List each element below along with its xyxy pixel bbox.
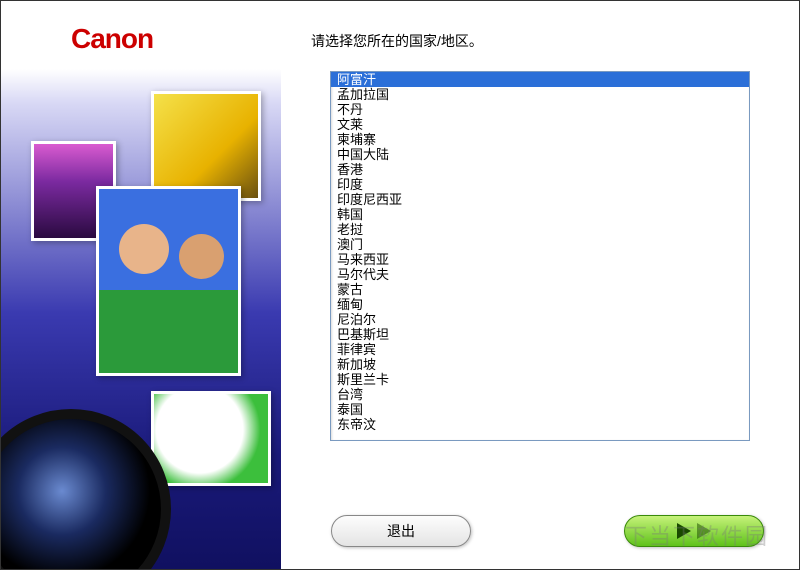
- country-listbox[interactable]: 阿富汗孟加拉国不丹文莱柬埔寨中国大陆香港印度印度尼西亚韩国老挝澳门马来西亚马尔代…: [330, 71, 750, 441]
- country-option[interactable]: 印度尼西亚: [331, 192, 749, 207]
- country-option[interactable]: 巴基斯坦: [331, 327, 749, 342]
- country-option[interactable]: 马来西亚: [331, 252, 749, 267]
- decorative-camera-lens: [1, 409, 171, 569]
- installer-window: Canon 请选择您所在的国家/地区。 阿富汗孟加拉国不丹文莱柬埔寨中国大陆香港…: [0, 0, 800, 570]
- country-option[interactable]: 蒙古: [331, 282, 749, 297]
- main-panel: 请选择您所在的国家/地区。 阿富汗孟加拉国不丹文莱柬埔寨中国大陆香港印度印度尼西…: [281, 1, 799, 569]
- country-option[interactable]: 马尔代夫: [331, 267, 749, 282]
- country-option[interactable]: 东帝汶: [331, 417, 749, 432]
- country-option[interactable]: 菲律宾: [331, 342, 749, 357]
- country-option[interactable]: 台湾: [331, 387, 749, 402]
- country-option[interactable]: 文莱: [331, 117, 749, 132]
- instruction-text: 请选择您所在的国家/地区。: [311, 31, 759, 51]
- country-option[interactable]: 中国大陆: [331, 147, 749, 162]
- sidebar-graphic: Canon: [1, 1, 281, 569]
- country-option[interactable]: 柬埔寨: [331, 132, 749, 147]
- next-button[interactable]: [624, 515, 764, 547]
- country-option[interactable]: 澳门: [331, 237, 749, 252]
- country-option[interactable]: 缅甸: [331, 297, 749, 312]
- country-option[interactable]: 不丹: [331, 102, 749, 117]
- country-option[interactable]: 泰国: [331, 402, 749, 417]
- country-option[interactable]: 斯里兰卡: [331, 372, 749, 387]
- country-option[interactable]: 香港: [331, 162, 749, 177]
- country-option[interactable]: 阿富汗: [331, 72, 749, 87]
- canon-logo: Canon: [71, 23, 153, 55]
- decorative-photo-dalmatian: [151, 391, 271, 486]
- arrow-right-icon: [697, 523, 711, 539]
- decorative-photo-children: [96, 186, 241, 376]
- country-option[interactable]: 尼泊尔: [331, 312, 749, 327]
- exit-button[interactable]: 退出: [331, 515, 471, 547]
- arrow-right-icon: [677, 523, 691, 539]
- decorative-photo-sunflower: [151, 91, 261, 201]
- country-option[interactable]: 孟加拉国: [331, 87, 749, 102]
- country-option[interactable]: 印度: [331, 177, 749, 192]
- country-option[interactable]: 韩国: [331, 207, 749, 222]
- exit-button-label: 退出: [387, 521, 415, 541]
- button-row: 退出: [281, 515, 799, 547]
- country-option[interactable]: 新加坡: [331, 357, 749, 372]
- country-option[interactable]: 老挝: [331, 222, 749, 237]
